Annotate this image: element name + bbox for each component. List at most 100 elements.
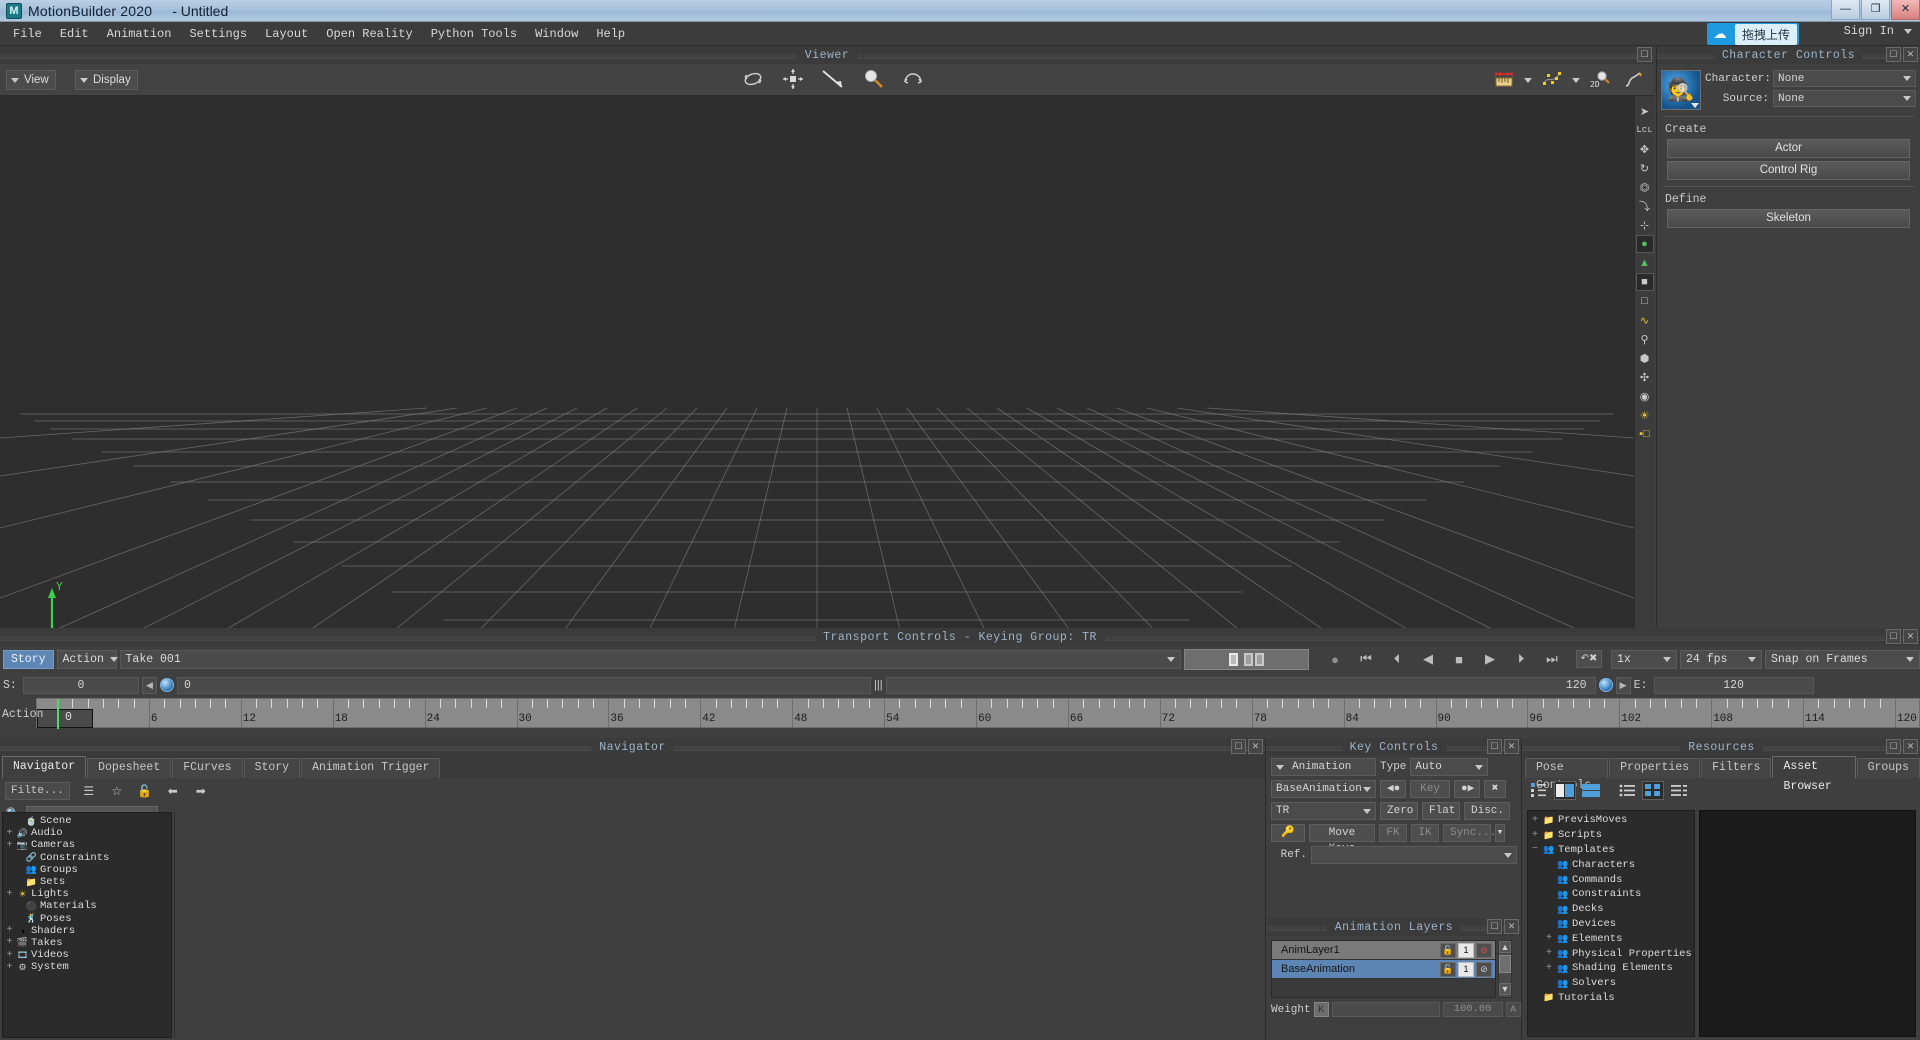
tab-properties[interactable]: Properties — [1609, 758, 1700, 778]
mute-icon[interactable]: ⊘ — [1476, 962, 1492, 977]
cc-close-button[interactable]: ✕ — [1903, 47, 1918, 62]
tree-item-takes[interactable]: +🎬Takes — [3, 937, 171, 949]
expand-icon[interactable]: + — [5, 962, 14, 973]
split-vertical-icon[interactable] — [1554, 781, 1576, 800]
asset-tree-item-characters[interactable]: 👥Characters — [1528, 857, 1694, 872]
transport-close-button[interactable]: ✕ — [1903, 629, 1918, 644]
snap-mode-select[interactable]: Snap on Frames — [1765, 650, 1920, 669]
menu-settings[interactable]: Settings — [180, 24, 256, 44]
current-frame-field[interactable]: 0 — [177, 677, 871, 694]
list-view-icon[interactable] — [1616, 781, 1638, 800]
light-icon[interactable]: ☀ — [1636, 406, 1654, 424]
expand-icon[interactable]: + — [5, 950, 14, 961]
range-prev-arrow-icon[interactable]: ◀ — [142, 677, 157, 694]
layer-weight-badge[interactable]: 1 — [1458, 962, 1474, 977]
tab-pose-controls[interactable]: Pose Controls — [1525, 758, 1608, 778]
unlock-icon[interactable]: 🔓 — [1440, 943, 1456, 958]
fps-select[interactable]: 24 fps — [1680, 650, 1762, 669]
layer-weight-badge[interactable]: 1 — [1458, 943, 1474, 958]
mode-select[interactable]: Action — [57, 650, 117, 669]
timeline-track[interactable]: 6121824303642485460667278849096102108114… — [36, 698, 1920, 728]
grid-view-icon[interactable] — [1642, 781, 1664, 800]
expand-icon[interactable]: + — [1544, 933, 1554, 944]
menu-python-tools[interactable]: Python Tools — [422, 24, 526, 44]
navigator-filter-button[interactable]: Filte... — [5, 782, 70, 800]
asset-tree-item-devices[interactable]: 👥Devices — [1528, 917, 1694, 932]
minimize-button[interactable]: — — [1831, 0, 1860, 20]
stop-button[interactable]: ■ — [1450, 652, 1468, 667]
tree-item-groups[interactable]: 👥Groups — [3, 864, 171, 876]
create-control-rig-button[interactable]: Control Rig — [1667, 161, 1910, 180]
asset-tree-item-scripts[interactable]: +📁Scripts — [1528, 828, 1694, 843]
null-object-icon[interactable]: ✣ — [1636, 368, 1654, 386]
key-type-select[interactable]: Auto — [1410, 758, 1488, 776]
sync-dropdown-icon[interactable]: ▾ — [1495, 824, 1505, 842]
chevron-down-icon[interactable] — [1904, 29, 1912, 34]
expand-icon[interactable]: + — [1544, 948, 1554, 959]
animation-layers-list[interactable]: AnimLayer1 🔓 1 ⊘ BaseAnimation 🔓 1 ⊘ — [1271, 940, 1496, 998]
asset-tree-item-templates[interactable]: −👥Templates — [1528, 843, 1694, 858]
measure-dropdown-icon[interactable] — [1524, 78, 1532, 83]
transform-select[interactable]: TR — [1271, 802, 1376, 820]
tangent-flat-button[interactable]: Flat — [1422, 802, 1460, 820]
keyframe-curve-icon[interactable] — [1539, 67, 1565, 93]
viewer-display-menu[interactable]: Display — [75, 70, 138, 90]
asset-tree-item-commands[interactable]: 👥Commands — [1528, 872, 1694, 887]
menu-edit[interactable]: Edit — [51, 24, 98, 44]
expand-icon[interactable]: + — [5, 937, 14, 948]
expand-icon[interactable]: + — [1544, 963, 1554, 974]
tab-fcurves[interactable]: FCurves — [172, 758, 242, 778]
al-close-button[interactable]: ✕ — [1504, 919, 1519, 934]
kc-close-button[interactable]: ✕ — [1504, 739, 1519, 754]
asset-tree-item-constraints[interactable]: 👥Constraints — [1528, 887, 1694, 902]
camera-icon[interactable]: ◉ — [1636, 387, 1654, 405]
play-backward-button[interactable]: ◀ — [1419, 651, 1437, 667]
ik-button[interactable]: IK — [1411, 824, 1439, 842]
translate-move-icon[interactable]: ✥ — [1636, 140, 1654, 158]
asset-tree-item-physical-properties[interactable]: +👥Physical Properties — [1528, 946, 1694, 961]
menu-animation[interactable]: Animation — [98, 24, 181, 44]
asset-tree-item-tutorials[interactable]: 📁Tutorials — [1528, 991, 1694, 1006]
tab-groups[interactable]: Groups — [1857, 758, 1920, 778]
manipulator-icon[interactable]: ⤵ — [1636, 197, 1654, 215]
detail-view-icon[interactable] — [1668, 781, 1690, 800]
expand-icon[interactable]: + — [5, 925, 14, 936]
playback-layout-toggle[interactable] — [1184, 649, 1309, 670]
lock-icon[interactable]: 🔓 — [136, 782, 154, 800]
expand-icon[interactable]: + — [1530, 815, 1540, 826]
upload-chip[interactable]: ☁ 拖拽上传 — [1707, 23, 1799, 45]
cone-select-icon[interactable]: ▲ — [1636, 254, 1654, 272]
pointer-select-icon[interactable]: ➤ — [1636, 102, 1654, 120]
tab-asset-browser[interactable]: Asset Browser — [1772, 756, 1855, 778]
fk-button[interactable]: FK — [1379, 824, 1407, 842]
weight-slider[interactable] — [1332, 1002, 1440, 1017]
current-frame-knob[interactable] — [160, 678, 174, 692]
expand-icon[interactable]: + — [1530, 830, 1540, 841]
goto-end-button[interactable]: ⏭ — [1543, 651, 1561, 667]
al-restore-button[interactable]: ☐ — [1487, 919, 1502, 934]
viewer-restore-button[interactable]: ☐ — [1637, 47, 1652, 62]
kc-restore-button[interactable]: ☐ — [1487, 739, 1502, 754]
unlock-icon[interactable]: 🔓 — [1440, 962, 1456, 977]
loop-off-icon[interactable]: ↶✖ — [1576, 650, 1602, 668]
create-actor-button[interactable]: Actor — [1667, 139, 1910, 158]
orbit-icon[interactable] — [740, 66, 766, 92]
measure-ruler-icon[interactable] — [1491, 67, 1517, 93]
tree-item-scene[interactable]: 🍵Scene — [3, 815, 171, 827]
favorite-star-icon[interactable]: ☆ — [108, 782, 126, 800]
tangent-disc-button[interactable]: Disc. — [1464, 802, 1510, 820]
next-key-icon[interactable]: ●▶ — [1454, 780, 1480, 798]
navigator-scene-tree[interactable]: 🍵Scene+🔊Audio+📷Cameras🔗Constraints👥Group… — [2, 812, 172, 1038]
tab-story[interactable]: Story — [244, 758, 301, 778]
back-arrow-icon[interactable]: ⬅ — [164, 782, 182, 800]
range-next-arrow-icon[interactable]: ▶ — [1616, 677, 1631, 694]
expand-icon[interactable]: + — [5, 840, 14, 851]
close-button[interactable]: ✕ — [1891, 0, 1920, 20]
move-keys-button[interactable]: Move Keys — [1309, 824, 1375, 842]
speed-select[interactable]: 1x — [1611, 650, 1677, 669]
tree-item-shaders[interactable]: +◑Shaders — [3, 925, 171, 937]
menu-window[interactable]: Window — [526, 24, 587, 44]
next-key-button[interactable]: ⏵ — [1512, 651, 1530, 667]
list-item[interactable]: BaseAnimation 🔓 1 ⊘ — [1272, 960, 1495, 979]
asset-tree-item-shading-elements[interactable]: +👥Shading Elements — [1528, 961, 1694, 976]
